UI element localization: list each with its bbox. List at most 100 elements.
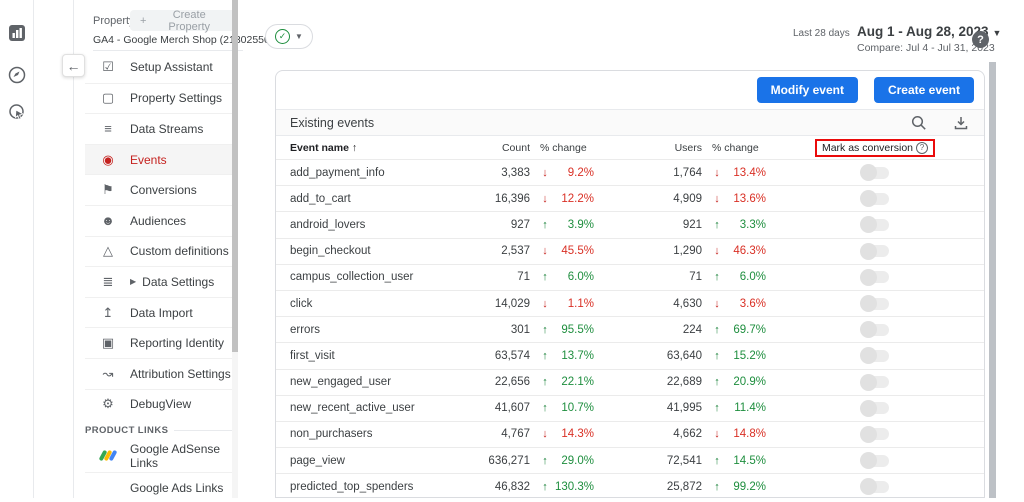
sidebar-item-data-import[interactable]: ↥ ▶ Data Import [85, 296, 232, 328]
trend-arrow-icon: ↑ [542, 271, 548, 284]
attribution-settings-icon: ↝ [102, 365, 114, 381]
sidebar-scrollbar-thumb[interactable] [232, 0, 238, 352]
count-change-cell: ↑ 130.3% [530, 481, 594, 493]
table-row: click 14,029 ↓ 1.1% 4,630 ↓ 3.6% [276, 289, 984, 316]
event-name-cell: new_engaged_user [290, 376, 392, 389]
users-change-cell: ↓ 46.3% [702, 245, 766, 257]
trend-arrow-icon: ↑ [542, 218, 548, 231]
create-property-button[interactable]: + Create Property [130, 9, 238, 33]
mark-as-conversion-toggle[interactable] [859, 478, 889, 496]
sidebar-item-audiences[interactable]: ☻ ▶ Audiences [85, 204, 232, 236]
mark-as-conversion-toggle[interactable] [859, 321, 889, 339]
mark-as-conversion-toggle[interactable] [859, 216, 889, 234]
mark-as-conversion-toggle[interactable] [859, 190, 889, 208]
mark-as-conversion-toggle[interactable] [859, 268, 889, 286]
trend-arrow-icon: ↓ [714, 245, 720, 258]
event-name-cell: errors [290, 323, 321, 336]
mark-as-conversion-toggle[interactable] [859, 373, 889, 391]
sidebar-item-google-ads-links[interactable]: ▶ Google Ads Links [85, 471, 232, 502]
plus-icon: + [140, 14, 147, 27]
column-users[interactable]: Users [594, 142, 702, 154]
help-icon[interactable]: ? [972, 31, 989, 48]
count-change-cell: ↑ 13.7% [530, 350, 594, 362]
count-change-cell: ↑ 10.7% [530, 402, 594, 414]
sidebar-item-reporting-identity[interactable]: ▣ ▶ Reporting Identity [85, 327, 232, 358]
create-event-button[interactable]: Create event [873, 77, 974, 103]
event-status-dropdown[interactable]: ✓ ▼ [265, 24, 313, 49]
advertising-icon[interactable] [8, 103, 26, 121]
search-icon[interactable] [910, 114, 928, 132]
count-change-cell: ↑ 22.1% [530, 376, 594, 388]
analytics-reports-icon[interactable] [8, 24, 26, 42]
trend-arrow-icon: ↓ [542, 192, 548, 205]
question-mark-icon[interactable]: ? [916, 141, 929, 154]
trend-arrow-icon: ↑ [542, 480, 548, 493]
divider [93, 50, 243, 51]
mark-as-conversion-toggle[interactable] [859, 295, 889, 313]
count-cell: 4,767 [501, 428, 530, 441]
expand-caret-icon: ▶ [130, 277, 137, 287]
explore-icon[interactable] [8, 66, 26, 84]
page-scrollbar-thumb[interactable] [989, 62, 996, 498]
sidebar-item-debugview[interactable]: ⚙ ▶ DebugView [85, 388, 232, 420]
mark-as-conversion-toggle[interactable] [859, 425, 889, 443]
collapse-sidebar-button[interactable]: ← [62, 54, 85, 77]
table-row: android_lovers 927 ↑ 3.9% 921 ↑ 3.3% [276, 211, 984, 237]
users-change-cell: ↑ 20.9% [702, 376, 766, 388]
users-cell: 224 [682, 323, 702, 336]
table-row: errors 301 ↑ 95.5% 224 ↑ 69.7% [276, 316, 984, 342]
count-cell: 41,607 [494, 402, 530, 415]
users-cell: 71 [689, 271, 702, 284]
green-check-icon: ✓ [275, 29, 291, 44]
custom-definitions-icon: △ [103, 243, 113, 259]
count-change-cell: ↓ 12.2% [530, 193, 594, 205]
sidebar-item-conversions[interactable]: ⚑ ▶ Conversions [85, 174, 232, 205]
data-streams-icon: ≡ [104, 121, 112, 137]
trend-arrow-icon: ↑ [714, 480, 720, 493]
count-change-cell: ↓ 1.1% [530, 298, 594, 310]
table-row: non_purchasers 4,767 ↓ 14.3% 4,662 ↓ 14.8% [276, 420, 984, 447]
users-cell: 1,290 [673, 245, 702, 258]
users-change-cell: ↑ 99.2% [702, 481, 766, 493]
mark-as-conversion-toggle[interactable] [859, 452, 889, 470]
table-header-row: Event name ↑ Count % change Users % chan… [276, 136, 984, 159]
sidebar-item-data-settings[interactable]: ≣ ▶ Data Settings [85, 266, 232, 297]
sidebar-item-google-adsense-links[interactable]: ▶ Google AdSense Links [85, 441, 232, 472]
modify-event-button[interactable]: Modify event [756, 77, 858, 103]
sidebar-item-data-streams[interactable]: ≡ ▶ Data Streams [85, 113, 232, 144]
sidebar-item-events[interactable]: ◉ ▶ Events [85, 143, 232, 175]
mark-as-conversion-toggle[interactable] [859, 164, 889, 182]
column-event-name[interactable]: Event name ↑ [290, 142, 430, 154]
events-icon: ◉ [102, 151, 114, 167]
column-users-change[interactable]: % change [702, 142, 766, 154]
event-name-cell: first_visit [290, 349, 335, 362]
sidebar-item-attribution-settings[interactable]: ↝ ▶ Attribution Settings [85, 357, 232, 389]
sidebar-item-custom-definitions[interactable]: △ ▶ Custom definitions [85, 235, 232, 267]
property-name[interactable]: GA4 - Google Merch Shop (213025502) [93, 34, 279, 46]
table-title: Existing events [290, 115, 375, 130]
sidebar-item-setup-assistant[interactable]: ☑ ▶ Setup Assistant [85, 52, 232, 83]
mark-as-conversion-toggle[interactable] [859, 399, 889, 417]
column-count[interactable]: Count [430, 142, 530, 154]
event-name-cell: begin_checkout [290, 245, 371, 258]
trend-arrow-icon: ↑ [714, 323, 720, 336]
mark-as-conversion-toggle[interactable] [859, 347, 889, 365]
count-cell: 46,832 [494, 480, 530, 493]
events-table-body: add_payment_info 3,383 ↓ 9.2% 1,764 ↓ 13.4… [276, 159, 984, 497]
users-change-cell: ↑ 11.4% [702, 402, 766, 414]
count-change-cell: ↓ 14.3% [530, 428, 594, 440]
table-row: add_payment_info 3,383 ↓ 9.2% 1,764 ↓ 13.4… [276, 159, 984, 185]
mark-as-conversion-toggle[interactable] [859, 242, 889, 260]
toggle-knob [859, 347, 877, 365]
users-change-cell: ↓ 13.4% [702, 167, 766, 179]
sidebar-item-property-settings[interactable]: ▢ ▶ Property Settings [85, 82, 232, 114]
count-cell: 636,271 [488, 454, 530, 467]
sidebar-scrollbar[interactable] [232, 0, 238, 498]
trend-arrow-icon: ↑ [542, 376, 548, 389]
users-cell: 41,995 [666, 402, 702, 415]
download-icon[interactable] [952, 114, 970, 132]
toggle-knob [859, 452, 877, 470]
app-nav-rail [0, 0, 34, 498]
sort-ascending-icon[interactable]: ↑ [352, 142, 357, 154]
column-count-change[interactable]: % change [530, 142, 594, 154]
